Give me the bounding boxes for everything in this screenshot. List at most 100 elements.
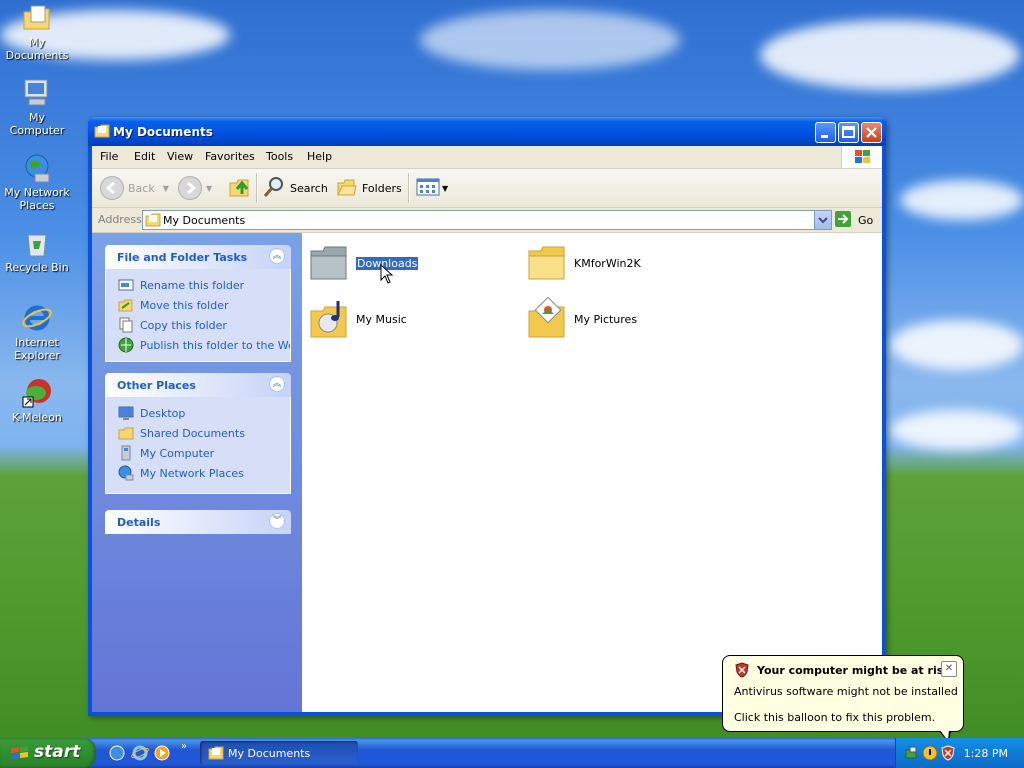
panel-title: Other Places [117,379,196,392]
back-arrow-icon [100,176,124,200]
desktop-icon-label: My Computer [9,111,65,137]
desktop-icon-internet-explorer[interactable]: Internet Explorer [0,302,74,362]
collapse-chevron-icon[interactable]: ︽ [269,248,285,264]
security-shield-icon[interactable] [940,745,956,764]
place-my-computer[interactable]: My Computer [118,443,290,463]
folder-icon [308,241,352,285]
chevron-right-icon[interactable]: » [181,741,187,752]
panel-body: Desktop Shared Documents My Computer My … [105,397,291,494]
menu-file[interactable]: File [100,150,118,163]
folder-icon [208,745,224,763]
search-button[interactable]: Search [262,176,328,200]
place-label: Shared Documents [140,426,245,440]
up-folder-button[interactable] [228,176,252,200]
system-tray: 1:28 PM [895,738,1024,768]
maximize-button[interactable] [838,122,859,143]
file-name: My Music [356,312,407,326]
menu-help[interactable]: Help [307,150,332,163]
computer-icon [21,77,53,109]
desktop-icon-my-documents[interactable]: My Documents [0,2,74,62]
start-button[interactable]: start [0,738,96,768]
balloon-title: Your computer might be at risk [757,664,951,677]
folder-icon [526,241,570,285]
toolbar: Back ▼ ▼ Search Folders ▼ [92,169,882,208]
cloud [890,320,1024,370]
panel-header[interactable]: Details ︾ [105,510,291,534]
desktop-icon-k-meleon[interactable]: K-Meleon [0,377,74,424]
folders-button[interactable]: Folders [336,176,402,200]
views-button[interactable]: ▼ [416,176,448,200]
taskbar-button-label: My Documents [228,747,311,760]
task-copy-folder[interactable]: Copy this folder [118,315,290,335]
desktop-icon-label: Internet Explorer [14,336,60,362]
desktop-icon-network-places[interactable]: My Network Places [0,152,74,212]
move-icon [118,297,134,313]
security-alert-balloon[interactable]: Your computer might be at risk ✕ Antivir… [722,655,964,743]
media-player-icon[interactable] [153,744,171,765]
back-button[interactable]: Back ▼ [100,176,169,200]
expand-chevron-icon[interactable]: ︾ [269,513,285,529]
task-publish-folder[interactable]: Publish this folder to the Web [118,335,290,355]
forward-button[interactable]: ▼ [178,176,212,200]
place-desktop[interactable]: Desktop [118,403,290,423]
file-item-my-music[interactable]: My Music [308,297,407,341]
address-value: My Documents [163,214,246,227]
minimize-button[interactable] [815,122,836,143]
taskbar-button-my-documents[interactable]: My Documents [200,741,358,765]
panel-body: Rename this folder Move this folder Copy… [105,269,291,362]
folders-icon [336,176,358,201]
network-globe-icon [21,152,53,184]
window-title: My Documents [113,125,213,139]
collapse-chevron-icon[interactable]: ︽ [269,376,285,392]
folders-label: Folders [362,181,402,195]
file-item-my-pictures[interactable]: My Pictures [526,296,638,341]
desktop-icon-my-computer[interactable]: My Computer [0,77,74,137]
window-body: File Edit View Favorites Tools Help Back… [92,146,882,712]
desktop-icon-recycle-bin[interactable]: Recycle Bin [0,227,74,274]
shared-folder-icon [118,425,134,441]
show-desktop-icon[interactable] [108,744,126,765]
explorer-window: My Documents File Edit View Favorites To… [88,117,886,716]
security-shield-icon [734,662,750,681]
network-tray-icon[interactable] [904,745,920,764]
cloud [900,180,1024,220]
forward-arrow-icon [178,176,202,200]
task-move-folder[interactable]: Move this folder [118,295,290,315]
panel-header[interactable]: File and Folder Tasks ︽ [105,245,291,269]
task-rename-folder[interactable]: Rename this folder [118,275,290,295]
network-globe-icon [118,465,134,481]
search-label: Search [290,181,328,195]
file-item-kmforwin2k[interactable]: KMforWin2K [526,241,641,285]
file-name: My Pictures [574,312,638,326]
file-folder-tasks-panel: File and Folder Tasks ︽ Rename this fold… [105,245,291,362]
clock[interactable]: 1:28 PM [964,747,1008,760]
cloud [760,20,1020,90]
file-item-downloads[interactable]: Downloads [308,241,420,285]
update-tray-icon[interactable] [922,745,938,764]
place-shared-documents[interactable]: Shared Documents [118,423,290,443]
close-button[interactable] [861,122,882,143]
desktop-icon [118,405,134,421]
balloon-close-button[interactable]: ✕ [941,661,957,677]
details-panel: Details ︾ [105,510,291,534]
go-button[interactable]: Go [834,210,873,229]
address-dropdown-button[interactable] [814,211,831,229]
menu-favorites[interactable]: Favorites [205,150,255,163]
internet-explorer-icon[interactable] [131,744,149,765]
windows-logo-icon [841,146,882,168]
desktop-icon-label: K-Meleon [12,411,62,424]
toolbar-separator [256,173,258,203]
start-label: start [34,742,81,762]
menu-tools[interactable]: Tools [266,150,293,163]
place-network-places[interactable]: My Network Places [118,463,290,483]
chevron-down-icon: ▼ [162,183,169,193]
task-label: Copy this folder [140,318,227,332]
panel-header[interactable]: Other Places ︽ [105,373,291,397]
panel-title: Details [117,516,161,529]
menu-view[interactable]: View [167,150,193,163]
menu-edit[interactable]: Edit [134,150,155,163]
up-folder-icon [228,175,252,202]
address-input[interactable]: My Documents [142,210,832,230]
title-bar[interactable]: My Documents [88,117,886,146]
back-label: Back [128,181,155,195]
